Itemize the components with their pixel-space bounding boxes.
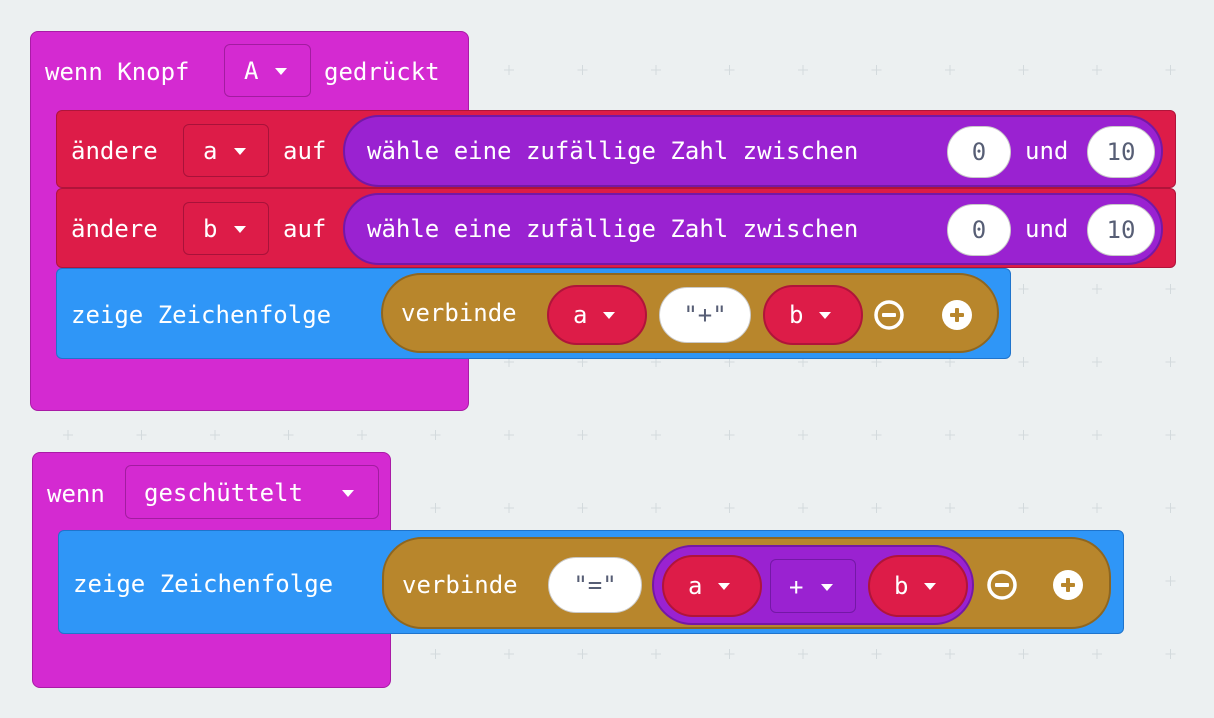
text-input-value: "+" — [683, 301, 727, 329]
random-max-value: 10 — [1106, 138, 1136, 166]
random-label: wähle eine zufällige Zahl zwischen — [367, 215, 859, 243]
join-label: verbinde — [401, 299, 517, 327]
set-keyword: ändere — [71, 215, 158, 243]
plus-circle-icon[interactable] — [1052, 569, 1084, 601]
and-keyword: und — [1025, 137, 1069, 165]
variable-dropdown-value: a — [203, 137, 218, 165]
variable-reporter-value: a — [573, 301, 588, 329]
minus-circle-icon[interactable] — [873, 299, 905, 331]
chevron-down-icon — [234, 148, 246, 155]
and-keyword: und — [1025, 215, 1069, 243]
to-keyword: auf — [283, 137, 327, 165]
button-dropdown[interactable]: A — [224, 44, 311, 97]
operator-dropdown[interactable]: + — [770, 559, 856, 613]
variable-reporter-value: b — [894, 572, 909, 600]
variable-reporter-a[interactable]: a — [547, 285, 647, 345]
join-label: verbinde — [402, 571, 518, 599]
variable-reporter-b[interactable]: b — [763, 285, 863, 345]
on-button-prefix: wenn Knopf — [45, 58, 190, 86]
math-operation-block[interactable]: a + b — [652, 545, 974, 625]
text-input-value: "=" — [573, 571, 617, 599]
variable-dropdown-value: b — [203, 215, 218, 243]
variable-reporter-a[interactable]: a — [662, 555, 762, 617]
chevron-down-icon — [234, 226, 246, 233]
set-keyword: ändere — [71, 137, 158, 165]
chevron-down-icon — [718, 583, 730, 590]
random-number-block[interactable]: wähle eine zufällige Zahl zwischen 0 und… — [343, 115, 1163, 187]
chevron-down-icon — [821, 584, 833, 591]
random-max-value: 10 — [1106, 216, 1136, 244]
random-min-input[interactable]: 0 — [947, 204, 1011, 256]
set-variable-a-block[interactable]: ändere a auf wähle eine zufällige Zahl z… — [56, 110, 1176, 188]
join-block[interactable]: verbinde a "+" b — [381, 273, 999, 353]
operator-dropdown-value: + — [789, 573, 804, 601]
variable-dropdown-a[interactable]: a — [183, 124, 269, 177]
show-string-block[interactable]: zeige Zeichenfolge verbinde a "+" b — [56, 268, 1011, 359]
gesture-dropdown[interactable]: geschüttelt — [125, 465, 379, 519]
variable-reporter-value: b — [789, 301, 804, 329]
to-keyword: auf — [283, 215, 327, 243]
chevron-down-icon — [819, 312, 831, 319]
show-string-block[interactable]: zeige Zeichenfolge verbinde "=" a + b — [58, 530, 1124, 634]
random-min-input[interactable]: 0 — [947, 126, 1011, 178]
variable-dropdown-b[interactable]: b — [183, 202, 269, 255]
random-max-input[interactable]: 10 — [1087, 204, 1155, 256]
random-number-block[interactable]: wähle eine zufällige Zahl zwischen 0 und… — [343, 193, 1163, 265]
text-input-plus[interactable]: "+" — [659, 287, 751, 343]
on-button-suffix: gedrückt — [324, 58, 440, 86]
chevron-down-icon — [603, 312, 615, 319]
button-dropdown-value: A — [244, 57, 259, 85]
on-gesture-prefix: wenn — [47, 480, 105, 508]
random-label: wähle eine zufällige Zahl zwischen — [367, 137, 859, 165]
variable-reporter-b[interactable]: b — [868, 555, 968, 617]
random-min-value: 0 — [971, 138, 987, 166]
random-min-value: 0 — [971, 216, 987, 244]
plus-circle-icon[interactable] — [941, 299, 973, 331]
chevron-down-icon — [342, 490, 354, 497]
gesture-dropdown-value: geschüttelt — [144, 479, 303, 507]
chevron-down-icon — [924, 583, 936, 590]
show-string-label: zeige Zeichenfolge — [73, 570, 334, 598]
join-block[interactable]: verbinde "=" a + b — [382, 537, 1111, 629]
random-max-input[interactable]: 10 — [1087, 126, 1155, 178]
text-input-equals[interactable]: "=" — [548, 557, 642, 613]
minus-circle-icon[interactable] — [986, 569, 1018, 601]
set-variable-b-block[interactable]: ändere b auf wähle eine zufällige Zahl z… — [56, 188, 1176, 268]
show-string-label: zeige Zeichenfolge — [71, 301, 332, 329]
variable-reporter-value: a — [688, 572, 703, 600]
chevron-down-icon — [275, 68, 287, 75]
